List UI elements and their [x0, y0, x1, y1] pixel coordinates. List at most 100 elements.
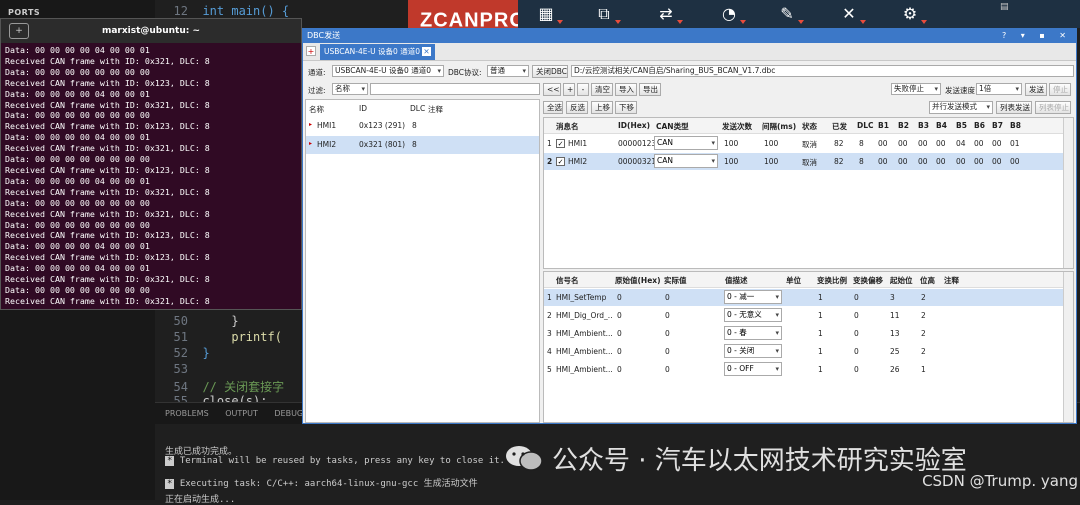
ports-section-label[interactable]: PORTS — [8, 8, 40, 17]
value-desc-select[interactable]: 0 - 春 — [724, 326, 782, 340]
col-header-id: ID — [359, 104, 367, 113]
tab-problems[interactable]: PROBLEMS — [165, 409, 209, 418]
data-byte[interactable]: 00 — [974, 157, 984, 166]
new-tab-icon[interactable]: + — [9, 23, 29, 39]
can-type-select[interactable]: CAN — [654, 154, 718, 168]
filter-field-select[interactable]: 名称 — [332, 83, 368, 95]
raw-value[interactable]: 0 — [617, 347, 622, 356]
table-row[interactable]: 1 HMI_SetTemp 0 0 0 - 减一 1 0 3 2 — [544, 289, 1063, 306]
value-desc-select[interactable]: 0 - OFF — [724, 362, 782, 376]
data-byte[interactable]: 00 — [898, 139, 908, 148]
move-up-button[interactable]: 上移 — [591, 101, 613, 114]
data-byte[interactable]: 00 — [992, 157, 1002, 166]
actual-value[interactable]: 0 — [665, 347, 670, 356]
actual-value[interactable]: 0 — [665, 329, 670, 338]
data-byte[interactable]: 00 — [918, 157, 928, 166]
close-icon[interactable]: ✕ — [422, 47, 431, 56]
can-type-select[interactable]: CAN — [654, 136, 718, 150]
channel-select[interactable]: USBCAN-4E-U 设备0 通道0 — [332, 65, 444, 77]
value-desc-select[interactable]: 0 - 关闭 — [724, 344, 782, 358]
collapse-button[interactable]: << — [543, 83, 561, 96]
data-byte[interactable]: 01 — [1010, 139, 1020, 148]
actual-value[interactable]: 0 — [665, 365, 670, 374]
window-controls[interactable]: ? ▾ ▪ ✕ — [1002, 29, 1072, 43]
actual-value[interactable]: 0 — [665, 311, 670, 320]
fail-stop-select[interactable]: 失败停止 — [891, 83, 941, 95]
table-row[interactable]: 3 HMI_Ambient... 0 0 0 - 春 1 0 13 2 — [544, 325, 1063, 342]
data-byte[interactable]: 00 — [1010, 157, 1020, 166]
code-line: 50 } — [173, 314, 239, 328]
table-row[interactable]: 2✓HMI2 00000321CAN 100 100 取消 82 8 00 00 00 00 00 00… — [544, 153, 1063, 170]
remove-button[interactable]: - — [577, 83, 589, 96]
tab-channel[interactable]: USBCAN-4E-U 设备0 通道0 ✕ — [320, 44, 435, 60]
signal-col-header: 起始位 — [890, 276, 913, 285]
data-byte[interactable]: 00 — [898, 157, 908, 166]
value-desc-select[interactable]: 0 - 无意义 — [724, 308, 782, 322]
table-row[interactable]: 4 HMI_Ambient... 0 0 0 - 关闭 1 0 25 2 — [544, 343, 1063, 360]
chart-icon[interactable]: ◔ — [718, 4, 746, 24]
terminal-window[interactable]: marxist@ubuntu: ~ + Data: 00 00 00 00 04… — [0, 18, 302, 310]
more-icon[interactable]: ▤ — [1000, 2, 1009, 12]
data-byte[interactable]: 00 — [956, 157, 966, 166]
calculator-icon[interactable]: ▦ — [535, 4, 563, 24]
send-mode-select[interactable]: 并行发送模式 — [929, 101, 993, 114]
clear-button[interactable]: 清空 — [591, 83, 613, 96]
invert-selection-button[interactable]: 反选 — [566, 101, 588, 114]
select-all-button[interactable]: 全选 — [543, 101, 563, 114]
message-scrollbar[interactable] — [1063, 118, 1073, 268]
add-button[interactable]: + — [563, 83, 575, 96]
expand-icon[interactable]: ▸ — [309, 140, 312, 147]
move-down-button[interactable]: 下移 — [615, 101, 637, 114]
offset-value: 0 — [854, 365, 859, 374]
edit-icon[interactable]: ✎ — [776, 4, 804, 24]
stop-button[interactable]: 停止 — [1049, 83, 1071, 96]
dbc-path-field[interactable]: D:/云控测试相关/CAN自启/Sharing_BUS_BCAN_V1.7.db… — [571, 65, 1074, 77]
raw-value[interactable]: 0 — [617, 365, 622, 374]
data-byte[interactable]: 00 — [974, 139, 984, 148]
value-desc-select[interactable]: 0 - 减一 — [724, 290, 782, 304]
data-byte[interactable]: 00 — [936, 139, 946, 148]
raw-value[interactable]: 0 — [617, 311, 622, 320]
expand-icon[interactable]: ▸ — [309, 121, 312, 128]
raw-value[interactable]: 0 — [617, 293, 622, 302]
wechat-watermark: 公众号 · 汽车以太网技术研究实验室 — [552, 446, 967, 476]
actual-value[interactable]: 0 — [665, 293, 670, 302]
monitor-icon[interactable]: ⧉ — [593, 4, 621, 24]
tab-output[interactable]: OUTPUT — [225, 409, 258, 418]
col-header-dlc: DLC — [410, 104, 426, 113]
terminal-line: Data: 00 00 00 00 04 00 00 01 — [5, 263, 150, 274]
add-tab-button[interactable]: + — [306, 46, 316, 56]
row-checkbox[interactable]: ✓ — [556, 157, 565, 166]
data-byte[interactable]: 00 — [936, 157, 946, 166]
table-row[interactable]: 2 HMI_Dig_Ord_... 0 0 0 - 无意义 1 0 11 2 — [544, 307, 1063, 324]
filter-input[interactable] — [370, 83, 540, 95]
tree-row-hmi2[interactable]: ▸ HMI2 0x321 (801) 8 — [306, 136, 539, 154]
signal-col-header: 值描述 — [725, 276, 748, 285]
send-button[interactable]: 发送 — [1025, 83, 1047, 96]
terminal-line: Data: 00 00 00 00 04 00 00 01 — [5, 241, 150, 252]
list-send-button[interactable]: 列表发送 — [996, 101, 1032, 114]
protocol-select[interactable]: 普通 — [487, 65, 529, 77]
table-row[interactable]: 1 ✓HMI1 00000123CAN 100 100 取消 82 8 00 00 00 00 04 00… — [544, 135, 1063, 152]
data-byte[interactable]: 00 — [992, 139, 1002, 148]
tree-row-hmi1[interactable]: ▸ HMI1 0x123 (291) 8 — [306, 118, 539, 134]
terminal-line: Received CAN frame with ID: 0x123, DLC: … — [5, 77, 210, 88]
import-button[interactable]: 导入 — [615, 83, 637, 96]
transfer-icon[interactable]: ⇄ — [655, 4, 683, 24]
table-row[interactable]: 5 HMI_Ambient... 0 0 0 - OFF 1 0 26 1 — [544, 361, 1063, 378]
signal-table: 信号名 原始值(Hex) 实际值 值描述 单位 变换比例 变换偏移 起始位 位高 注释 1 HMI_… — [543, 271, 1074, 423]
offset-value: 0 — [854, 329, 859, 338]
row-checkbox[interactable]: ✓ — [556, 139, 565, 148]
tools-icon[interactable]: ✕ — [838, 4, 866, 24]
data-byte[interactable]: 00 — [878, 139, 888, 148]
close-dbc-button[interactable]: 关闭DBC — [532, 65, 568, 78]
raw-value[interactable]: 0 — [617, 329, 622, 338]
export-button[interactable]: 导出 — [639, 83, 661, 96]
gear-icon[interactable]: ⚙ — [899, 4, 927, 24]
data-byte[interactable]: 04 — [956, 139, 966, 148]
data-byte[interactable]: 00 — [878, 157, 888, 166]
send-speed-select[interactable]: 1倍 — [976, 83, 1022, 95]
signal-scrollbar[interactable] — [1063, 272, 1073, 422]
list-stop-button[interactable]: 列表停止 — [1035, 101, 1071, 114]
data-byte[interactable]: 00 — [918, 139, 928, 148]
